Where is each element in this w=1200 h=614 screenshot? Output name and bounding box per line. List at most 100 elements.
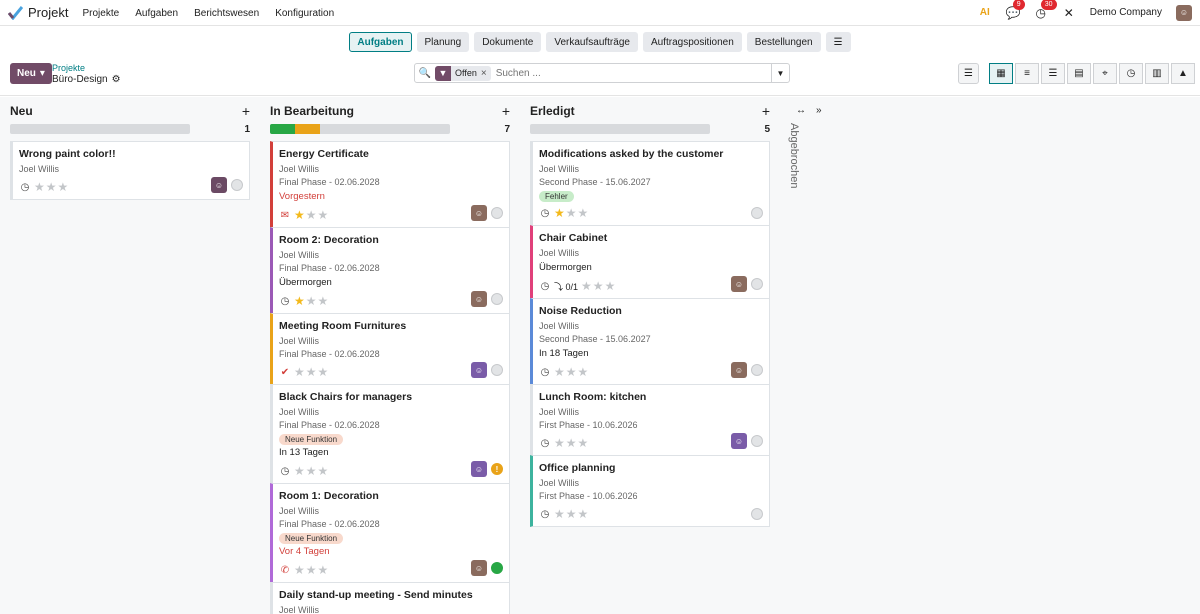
column-title[interactable]: Neu [10,104,33,118]
priority-star-icon[interactable]: ★ [294,294,306,308]
progress-bar[interactable] [530,124,710,134]
map-view-icon[interactable]: ⌖ [1093,63,1117,84]
remove-facet-icon[interactable]: × [481,68,491,79]
task-card[interactable]: Black Chairs for managers Joel Willis Fin… [270,384,510,484]
task-card[interactable]: Office planning Joel Willis First Phase -… [530,455,770,527]
assignee-avatar[interactable]: ☺ [471,291,487,307]
search-dropdown-toggle[interactable]: ▼ [771,64,789,82]
add-card-icon[interactable]: + [502,103,510,119]
menu-konfiguration[interactable]: Konfiguration [275,8,334,19]
subtask-counter[interactable]: ⤵ 0/1 [554,280,578,293]
priority-star-icon[interactable]: ★ [318,464,330,478]
status-indicator[interactable] [751,435,763,447]
priority-star-icon[interactable]: ★ [294,365,306,379]
priority-star-icon[interactable]: ★ [294,563,306,577]
status-indicator[interactable] [491,364,503,376]
priority-star-icon[interactable]: ★ [294,208,306,222]
task-card[interactable]: Lunch Room: kitchen Joel Willis First Pha… [530,384,770,456]
list-view-icon[interactable]: ≡ [1015,63,1039,84]
search-input[interactable] [495,67,771,79]
menu-projekte[interactable]: Projekte [82,8,119,19]
tab-settings-button[interactable]: ☰ [825,32,851,52]
tab-planung[interactable]: Planung [416,32,470,52]
task-card[interactable]: Room 2: Decoration Joel Willis Final Phas… [270,227,510,314]
add-card-icon[interactable]: + [242,103,250,119]
priority-star-icon[interactable]: ★ [578,507,590,521]
breadcrumb-parent[interactable]: Projekte [52,63,121,74]
expand-icon[interactable]: » [816,105,822,116]
clock-activity-icon[interactable]: ◷ [539,281,551,292]
clock-activity-icon[interactable]: ◷ [279,296,291,307]
clock-activity-icon[interactable]: ◷ [539,367,551,378]
graph-view-icon[interactable]: ▲ [1171,63,1195,84]
status-indicator[interactable] [491,207,503,219]
task-card[interactable]: Daily stand-up meeting - Send minutes Jo… [270,582,510,614]
priority-star-icon[interactable]: ★ [58,180,70,194]
new-button[interactable]: Neu ▾ [10,63,52,84]
fold-arrows-icon[interactable]: ↔ [786,105,816,116]
priority-star-icon[interactable]: ★ [605,279,617,293]
priority-star-icon[interactable]: ★ [46,180,58,194]
status-indicator[interactable] [491,562,503,574]
tab-bestellungen[interactable]: Bestellungen [746,32,821,52]
activity-clock-icon[interactable]: ◷ 30 [1034,0,1057,20]
clock-activity-icon[interactable]: ◷ [19,182,31,193]
assignee-avatar[interactable]: ☺ [731,276,747,292]
menu-berichtswesen[interactable]: Berichtswesen [194,8,259,19]
priority-star-icon[interactable]: ★ [318,563,330,577]
priority-star-icon[interactable]: ★ [554,436,566,450]
priority-star-icon[interactable]: ★ [318,365,330,379]
status-indicator[interactable] [751,207,763,219]
clock-activity-icon[interactable]: ◷ [539,208,551,219]
priority-star-icon[interactable]: ★ [318,208,330,222]
assignee-avatar[interactable]: ☺ [471,461,487,477]
priority-star-icon[interactable]: ★ [306,563,318,577]
priority-star-icon[interactable]: ★ [306,208,318,222]
assignee-avatar[interactable]: ☺ [471,362,487,378]
assignee-avatar[interactable]: ☺ [471,560,487,576]
tab-aufgaben[interactable]: Aufgaben [349,32,412,52]
priority-star-icon[interactable]: ★ [306,294,318,308]
check-activity-icon[interactable]: ✔ [279,367,291,378]
tab-verkaufsauftraege[interactable]: Verkaufsaufträge [546,32,638,52]
chat-icon[interactable]: 💬 9 [1006,0,1025,20]
priority-star-icon[interactable]: ★ [578,206,590,220]
phone-activity-icon[interactable]: ✆ [279,565,291,576]
priority-star-icon[interactable]: ★ [578,365,590,379]
add-card-icon[interactable]: + [762,103,770,119]
assignee-avatar[interactable]: ☺ [731,433,747,449]
app-logo[interactable]: Projekt [8,5,68,20]
clock-activity-icon[interactable]: ◷ [279,466,291,477]
assignee-avatar[interactable]: ☺ [211,177,227,193]
view-settings-button[interactable]: ☰ [958,63,979,84]
clock-activity-icon[interactable]: ◷ [539,438,551,449]
priority-star-icon[interactable]: ★ [554,206,566,220]
status-indicator[interactable] [751,278,763,290]
progress-bar[interactable] [10,124,190,134]
priority-star-icon[interactable]: ★ [566,507,578,521]
pivot-view-icon[interactable]: ▥ [1145,63,1169,84]
priority-star-icon[interactable]: ★ [581,279,593,293]
priority-star-icon[interactable]: ★ [566,436,578,450]
priority-star-icon[interactable]: ★ [578,436,590,450]
task-card[interactable]: Modifications asked by the customer Joel… [530,141,770,226]
priority-star-icon[interactable]: ★ [306,464,318,478]
assignee-avatar[interactable]: ☺ [731,362,747,378]
priority-star-icon[interactable]: ★ [554,507,566,521]
tab-dokumente[interactable]: Dokumente [474,32,542,52]
status-indicator[interactable] [231,179,243,191]
task-card[interactable]: Wrong paint color!! Joel Willis ◷ ★★★ ☺ [10,141,250,200]
user-avatar[interactable]: ☺ [1176,4,1192,21]
status-indicator[interactable]: ! [491,463,503,475]
priority-star-icon[interactable]: ★ [566,365,578,379]
gantt-view-icon[interactable]: ☰ [1041,63,1065,84]
task-card[interactable]: Noise Reduction Joel Willis Second Phase … [530,298,770,385]
activity-view-icon[interactable]: ◷ [1119,63,1143,84]
column-title[interactable]: Erledigt [530,104,575,118]
company-name[interactable]: Demo Company [1090,7,1162,18]
clock-activity-icon[interactable]: ◷ [539,509,551,520]
task-card[interactable]: Energy Certificate Joel Willis Final Phas… [270,141,510,228]
priority-star-icon[interactable]: ★ [34,180,46,194]
menu-aufgaben[interactable]: Aufgaben [135,8,178,19]
progress-bar[interactable] [270,124,450,134]
